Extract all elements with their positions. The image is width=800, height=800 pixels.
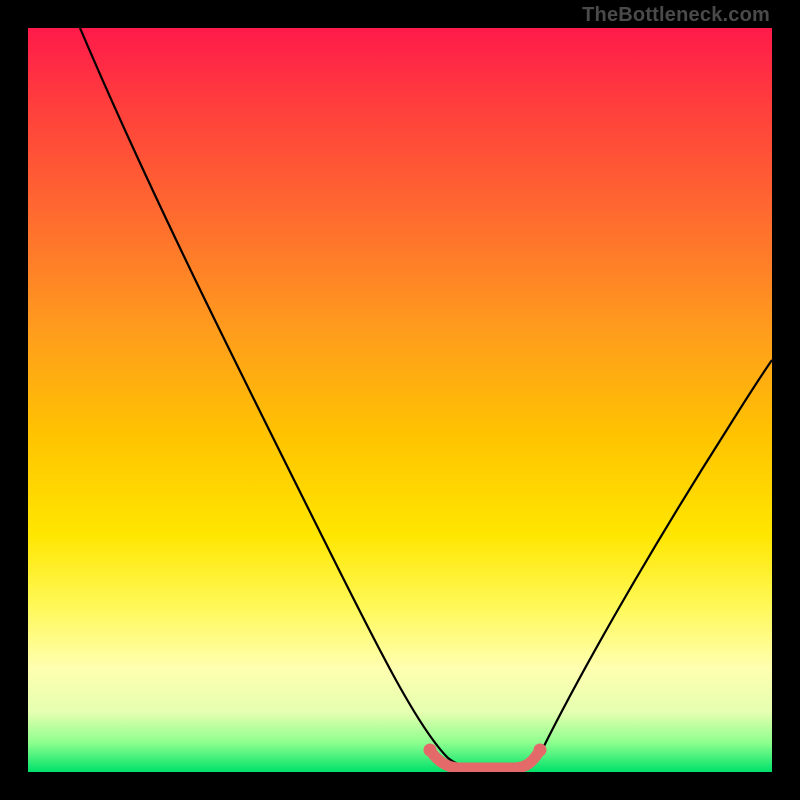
valley-dot-right	[534, 744, 547, 757]
watermark-text: TheBottleneck.com	[582, 4, 770, 27]
curve-main	[80, 28, 772, 768]
valley-dot-left	[424, 744, 437, 757]
chart-svg	[28, 28, 772, 772]
valley-highlight	[430, 750, 540, 768]
chart-frame	[28, 28, 772, 772]
